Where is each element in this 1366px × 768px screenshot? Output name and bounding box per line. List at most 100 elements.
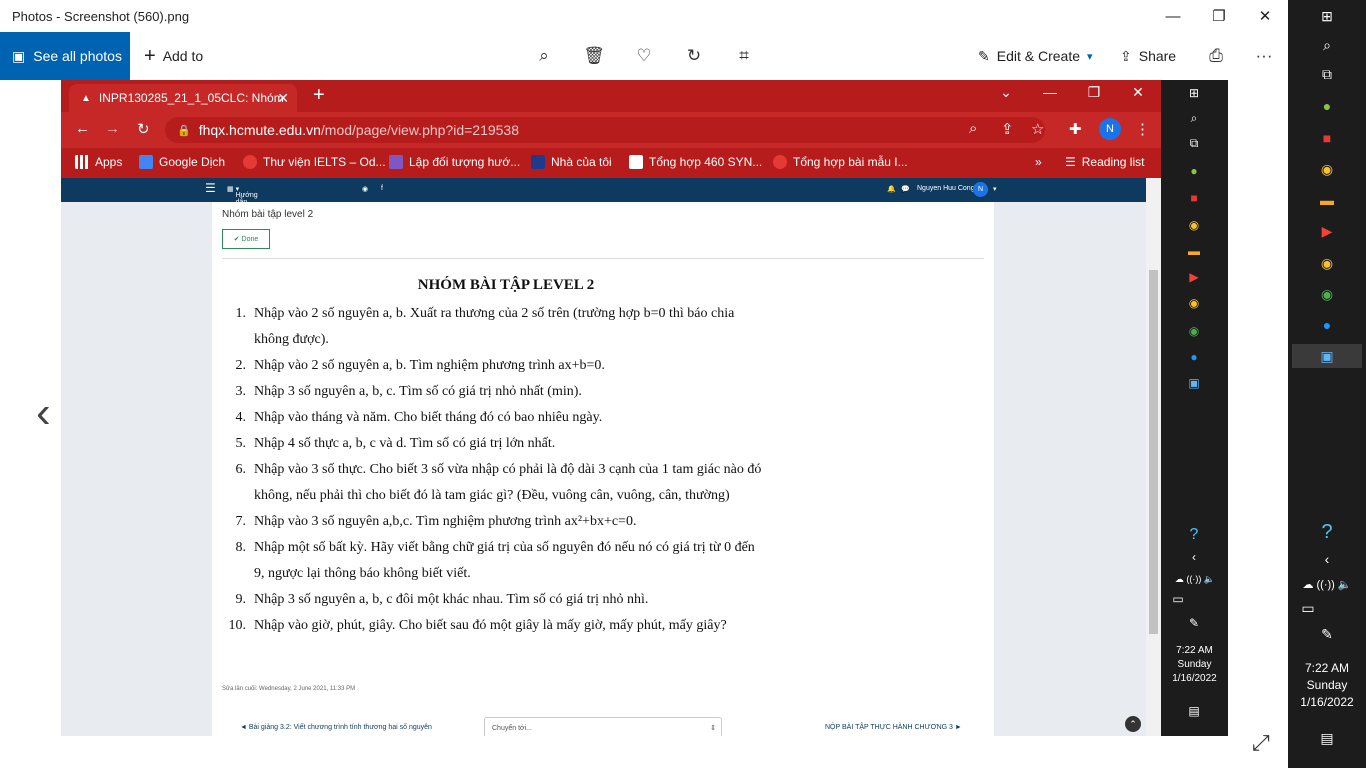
crop-icon[interactable]: ⌗ [732,44,756,68]
close-button[interactable]: ✕ [1242,0,1288,32]
bookmark-label: Tổng hợp bài mẫu I... [793,155,908,169]
item-number: 8. [235,540,247,555]
previous-photo-icon[interactable]: ‹ [36,388,51,438]
page-scrollbar[interactable] [1146,178,1161,736]
next-activity-link[interactable]: NỘP BÀI TẬP THỰC HÀNH CHƯƠNG 3 ► [825,724,962,731]
battery-icon[interactable]: ▭ [1296,596,1320,620]
jump-to-select[interactable]: Chuyển tới... ⇕ [484,717,722,736]
globe-icon[interactable]: ◉ [362,185,368,193]
notifications-icon[interactable]: ▤ [1315,726,1339,750]
browser-minimize-icon[interactable]: — [1035,84,1065,100]
document-title: NHÓM BÀI TẬP LEVEL 2 [417,277,595,293]
edit-create-label: Edit & Create [996,48,1080,64]
see-all-photos-button[interactable]: ▣ See all photos [0,32,130,80]
back-icon[interactable]: ← [75,120,90,137]
browser-tab[interactable]: ▲ INPR130285_21_1_05CLC: Nhóm ✕ [69,84,297,112]
profile-avatar[interactable]: N [1099,118,1121,140]
share-button[interactable]: ⇪ Share [1120,32,1176,80]
folder-icon[interactable]: ▬ [1315,188,1339,212]
chrome-icon: ◉ [1188,296,1200,310]
help-icon[interactable]: ? [1315,520,1339,544]
minimize-button[interactable]: — [1150,0,1196,32]
facebook-icon[interactable]: f [381,185,383,192]
screenshot-clock: 7:22 AM Sunday 1/16/2022 [1161,644,1228,686]
scrollbar-thumb[interactable] [1149,270,1158,634]
zoom-page-icon[interactable]: ⌕ [969,120,977,137]
new-tab-icon[interactable]: + [313,84,325,107]
pen-icon[interactable]: ✎ [1315,622,1339,646]
chrome-icon[interactable]: ◉ [1315,282,1339,306]
search-icon[interactable]: ⌕ [1315,33,1339,57]
edit-create-button[interactable]: ✎ Edit & Create ▾ [978,32,1093,80]
app-icon[interactable]: ● [1315,94,1339,118]
zoom-icon[interactable]: ⌕ [532,44,556,68]
user-avatar[interactable]: N [973,182,988,197]
item-number: 2. [235,358,247,373]
reload-icon[interactable]: ↻ [137,120,150,138]
bookmark-home[interactable]: Nhà của tôi [531,155,612,169]
youtube-icon: ▶ [1189,270,1199,284]
bookmark-syn[interactable]: Tổng hợp 460 SYN... [629,155,762,169]
notification-bell-icon[interactable]: 🔔 [887,185,896,193]
chevron-left-icon[interactable]: ‹ [1315,547,1339,571]
moodle-icon [531,155,545,169]
menu-icon[interactable]: ⋮ [1135,120,1150,138]
maximize-button[interactable]: ❐ [1196,0,1242,32]
hamburger-icon[interactable]: ☰ [205,181,216,195]
youtube-icon[interactable]: ▶ [1315,219,1339,243]
user-name[interactable]: Nguyen Huu Cong [917,185,975,192]
bookmark-apps[interactable]: Apps [75,155,122,169]
more-button[interactable]: ··· [1252,44,1276,68]
windows-start-icon[interactable]: ⊞ [1315,4,1339,28]
clock-time: 7:22 AM [1304,661,1350,675]
bookmark-label: Tổng hợp 460 SYN... [649,155,763,169]
done-badge[interactable]: ✔ Done [222,229,270,249]
browser-close-icon[interactable]: ✕ [1123,84,1153,101]
bookmark-star-icon[interactable]: ☆ [1031,120,1044,138]
chrome-canary-icon[interactable]: ◉ [1315,157,1339,181]
rotate-icon[interactable]: ↻ [682,44,706,68]
expand-icon[interactable]: ⤢ [1252,730,1270,756]
office-icon[interactable]: ■ [1315,126,1339,150]
chevron-down-icon: ▾ [1087,50,1093,63]
bookmark-oop[interactable]: Lập đối tượng hướ... [389,155,520,169]
previous-activity-link[interactable]: ◄ Bài giảng 3.2: Viết chương trình tính … [240,724,432,731]
share-page-icon[interactable]: ⇪ [1001,120,1014,138]
browser-restore-icon[interactable]: ❐ [1079,84,1109,101]
tray-icons[interactable]: ☁ ((·)) 🔈 [1294,572,1360,596]
chrome-icon[interactable]: ◉ [1315,251,1339,275]
extensions-icon[interactable]: ✚ [1069,120,1082,138]
bookmark-bai-mau[interactable]: Tổng hợp bài mẫu I... [773,155,908,169]
system-clock[interactable]: 7:22 AM Sunday 1/16/2022 [1288,660,1366,711]
heart-icon[interactable]: ♡ [632,44,656,68]
bookmark-ielts[interactable]: Thư viện IELTS – Od... [243,155,386,169]
list-item: 1. Nhập vào 2 số nguyên a, b. Xuất ra thư… [222,301,762,353]
divider [222,258,984,259]
delete-icon[interactable]: 🗑 [582,44,606,68]
nav-guide-link[interactable]: ▦ Hướng dẫn (dành cho Giảng viên) ▾ [227,185,258,234]
reading-list-button[interactable]: ☰ Reading list [1065,155,1144,169]
app-icon: ● [1190,164,1198,178]
windows-taskbar: ⊞ ⌕ ⧉ ● ■ ◉ ▬ ▶ ◉ ◉ ● ▣ ? ‹ ☁ ((·)) 🔈 ▭ … [1288,0,1366,768]
photos-icon[interactable]: ▣ [1292,344,1362,368]
clock-time: 7:22 AM [1176,645,1213,656]
back-to-top-icon[interactable]: ⌃ [1125,716,1141,732]
select-chevron-icon: ⇕ [710,725,716,732]
task-view-icon[interactable]: ⧉ [1315,62,1339,86]
item-text: Nhập 3 số nguyên a, b, c đôi một khác nh… [254,592,649,607]
url-field[interactable]: 🔒 fhqx.hcmute.edu.vn/mod/page/view.php?i… [165,117,1045,143]
zalo-icon: ● [1190,350,1198,364]
photos-toolbar: ▣ See all photos + Add to ⌕ 🗑 ♡ ↻ ⌗ ✎ Ed… [0,32,1288,80]
tab-close-icon[interactable]: ✕ [277,90,289,107]
zalo-icon[interactable]: ● [1315,313,1339,337]
bookmark-google-dich[interactable]: Google Dịch [139,155,225,169]
ielts-red-icon [773,155,787,169]
add-to-button[interactable]: + Add to [144,32,203,80]
forward-icon[interactable]: → [105,120,120,137]
user-menu-chevron-icon[interactable]: ▾ [993,185,997,193]
more-bookmarks-button[interactable]: » [1035,155,1042,169]
moodle-navbar: ☰ ▦ Hướng dẫn (dành cho Giảng viên) ▾ ◉ … [61,178,1146,234]
print-icon[interactable]: ⎙ [1204,44,1228,68]
tab-search-icon[interactable]: ⌄ [991,84,1021,101]
messages-icon[interactable]: 💬 [901,185,910,193]
